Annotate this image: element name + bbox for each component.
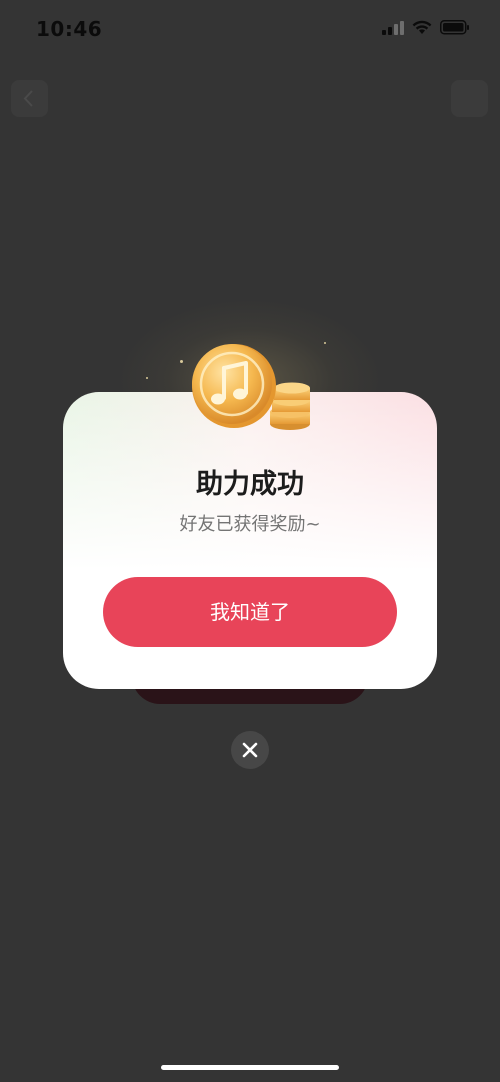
wifi-icon	[412, 20, 432, 34]
status-icons	[382, 20, 470, 35]
back-button[interactable]	[11, 80, 48, 117]
sparkle	[146, 377, 148, 379]
sparkle	[180, 360, 183, 363]
close-icon	[242, 742, 258, 758]
close-button[interactable]	[231, 731, 269, 769]
battery-icon	[440, 20, 469, 35]
top-right-button[interactable]	[451, 80, 488, 117]
cellular-signal-icon	[382, 20, 404, 35]
screen: 10:46 助力成功 好友已获得奖励~ 我知道了	[0, 0, 500, 1082]
dialog-title: 助力成功	[196, 469, 304, 500]
music-note-coin-icon	[188, 338, 318, 438]
dialog-subtitle: 好友已获得奖励~	[179, 514, 321, 535]
home-indicator	[161, 1065, 339, 1070]
chevron-left-icon	[23, 90, 33, 107]
status-bar: 10:46	[0, 0, 500, 60]
sparkle	[324, 342, 326, 344]
status-time: 10:46	[36, 17, 103, 41]
confirm-button[interactable]: 我知道了	[103, 577, 397, 647]
